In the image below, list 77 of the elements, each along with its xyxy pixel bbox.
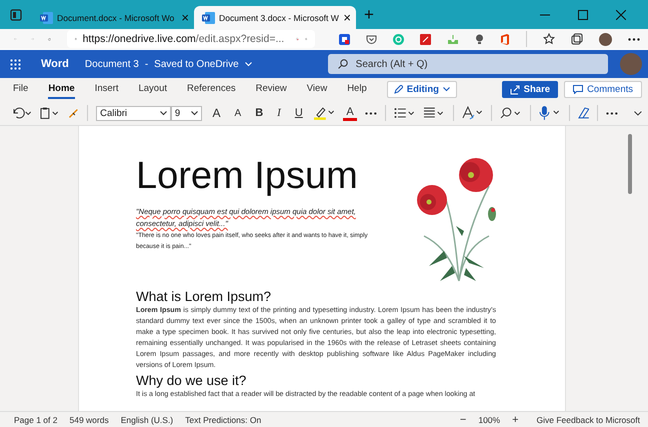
grow-font-button[interactable]: A (210, 106, 224, 120)
collections-icon[interactable] (570, 33, 583, 45)
document-title[interactable]: Document 3 (84, 58, 139, 70)
ribbon-tab[interactable]: Home (48, 80, 75, 99)
microphone-icon[interactable] (539, 106, 561, 120)
maximize-icon[interactable] (578, 10, 588, 20)
ribbon-tab[interactable]: Layout (138, 80, 168, 99)
underline-button[interactable]: U (292, 107, 306, 119)
more-icon[interactable] (628, 38, 640, 40)
share-icon (510, 84, 520, 94)
page-count[interactable]: Page 1 of 2 (14, 414, 58, 424)
tab-actions-icon[interactable] (10, 8, 22, 20)
comment-icon (573, 85, 584, 94)
zoom-in-button[interactable]: + (512, 414, 519, 426)
feedback-link[interactable]: Give Feedback to Microsoft (536, 414, 640, 424)
align-icon[interactable] (423, 107, 445, 119)
editing-mode-button[interactable]: Editing (386, 81, 457, 98)
paste-icon[interactable] (40, 107, 60, 119)
ribbon-tab[interactable]: References (187, 80, 236, 99)
zoom-out-button[interactable]: − (460, 414, 466, 426)
designer-icon[interactable] (578, 107, 590, 119)
close-icon[interactable] (616, 10, 626, 20)
title-separator: - (144, 58, 148, 70)
save-status[interactable]: Saved to OneDrive (154, 58, 239, 70)
profile-avatar[interactable] (598, 32, 612, 46)
section-heading: What is Lorem Ipsum? (136, 289, 272, 304)
undo-icon[interactable] (12, 107, 32, 119)
styles-icon[interactable] (462, 106, 484, 120)
app-name[interactable]: Word (41, 58, 69, 70)
ribbon-tab[interactable]: View (306, 80, 328, 99)
address-field[interactable]: https://onedrive.live.com/edit.aspx?resid=... (66, 30, 315, 48)
app-launcher-icon[interactable] (10, 58, 21, 70)
ribbon-tab[interactable]: File (13, 80, 28, 99)
browser-tab[interactable]: Document.docx - Microsoft Wo × (32, 6, 194, 29)
document-heading: Lorem Ipsum (136, 154, 359, 198)
new-tab-button[interactable]: + (364, 4, 374, 24)
more-icon[interactable] (606, 112, 618, 114)
bold-button[interactable]: B (252, 107, 266, 119)
language[interactable]: English (U.S.) (120, 414, 174, 424)
close-tab-button[interactable]: × (181, 10, 189, 25)
chevron-down-icon[interactable] (634, 110, 642, 116)
office-icon[interactable] (500, 34, 510, 44)
pocket-icon[interactable] (366, 34, 377, 44)
ribbon-tab[interactable]: Review (256, 80, 287, 99)
more-icon[interactable] (364, 112, 377, 114)
word-icon (202, 12, 215, 24)
ribbon-tab[interactable]: Help (347, 80, 367, 99)
italic-button[interactable]: I (274, 107, 284, 119)
word-count[interactable]: 549 words (69, 414, 109, 424)
share-button[interactable]: Share (502, 81, 558, 98)
font-color-button[interactable]: A (343, 106, 357, 120)
format-painter-icon[interactable] (67, 107, 80, 119)
section-heading: Why do we use it? (136, 373, 248, 388)
bullets-icon[interactable] (394, 107, 416, 119)
search-input[interactable]: Search (Alt + Q) (354, 58, 558, 70)
chevron-down-icon (190, 110, 198, 116)
search-icon (338, 59, 348, 69)
shrink-font-button[interactable]: A (232, 108, 244, 118)
bulb-icon[interactable] (474, 34, 484, 44)
zoom-level[interactable]: 100% (478, 414, 500, 424)
font-name-dropdown[interactable]: Calibri (96, 106, 171, 120)
close-tab-button[interactable]: × (343, 10, 351, 25)
browser-tab[interactable]: Document 3.docx - Microsoft W × (194, 6, 356, 29)
pdf-icon[interactable] (420, 34, 431, 44)
highlighter-icon[interactable] (314, 106, 336, 120)
chevron-down-icon (160, 110, 167, 116)
extension-icon[interactable] (338, 34, 350, 44)
text-predictions-status[interactable]: Text Predictions: On (185, 414, 262, 424)
chevron-down-icon (442, 87, 450, 92)
comments-button[interactable]: Comments (564, 81, 642, 98)
word-icon (40, 12, 53, 24)
search-field[interactable]: Search (Alt + Q) (328, 54, 608, 74)
favorites-icon[interactable] (542, 33, 555, 45)
ribbon-tab[interactable]: Insert (94, 80, 118, 99)
pencil-icon (394, 85, 403, 94)
font-size-dropdown[interactable]: 9 (170, 106, 202, 120)
search-icon[interactable] (500, 107, 522, 119)
